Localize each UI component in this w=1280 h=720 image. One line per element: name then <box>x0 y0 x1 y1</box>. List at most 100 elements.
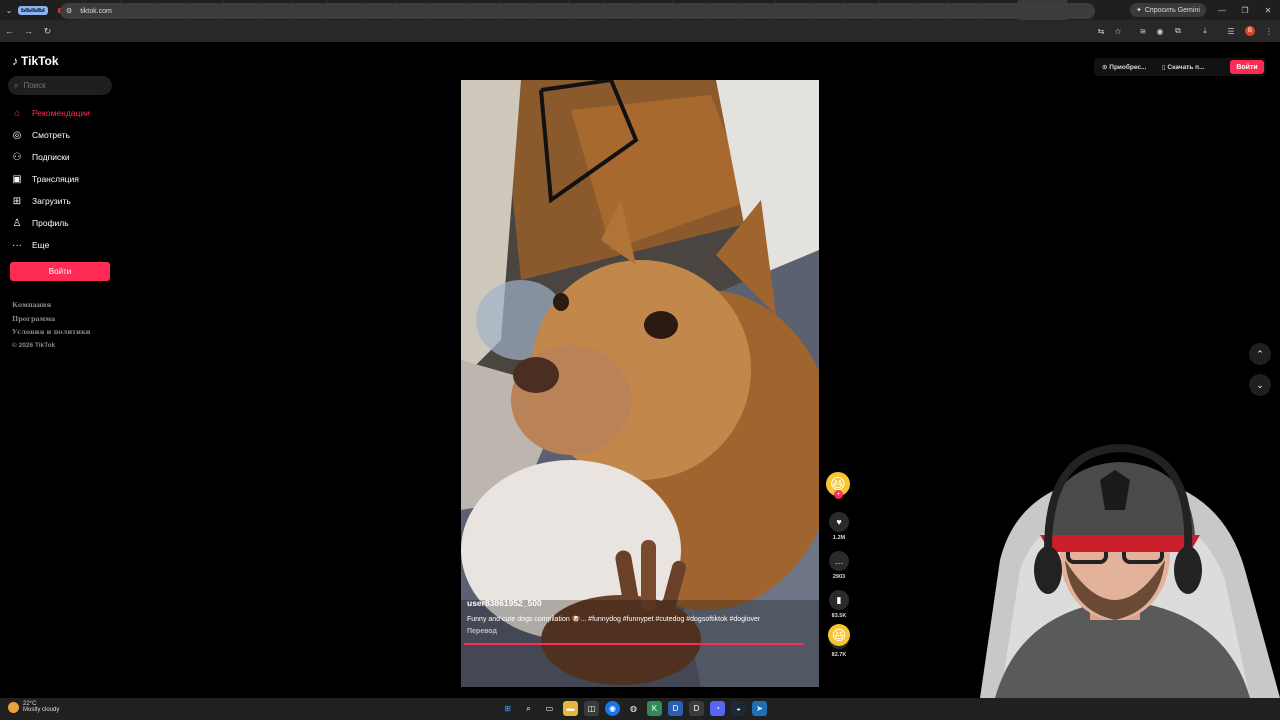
compass-icon: ◎ <box>12 129 22 141</box>
downloads-icon[interactable]: ⤓ <box>1198 24 1212 38</box>
video-progress-bar[interactable] <box>464 643 814 645</box>
bookmark-star-icon[interactable]: ☆ <box>1111 24 1125 38</box>
task-view-icon[interactable]: ▭ <box>542 701 557 716</box>
address-bar[interactable]: ⚙ tiktok.com <box>60 3 1095 19</box>
chrome-icon[interactable]: ◉ <box>605 701 620 716</box>
video-frame-illustration <box>461 80 819 687</box>
start-windows-icon[interactable]: ⊞ <box>500 701 515 716</box>
bookmark-icon: ▮ <box>836 594 842 605</box>
extension-ring-icon[interactable]: ◉ <box>1153 24 1167 38</box>
weather-description: Mostly cloudy <box>23 707 60 713</box>
store-icon[interactable]: ◫ <box>584 701 599 716</box>
creator-avatar[interactable]: 😆 + <box>826 472 850 499</box>
file-explorer-icon[interactable]: ▬ <box>563 701 578 716</box>
forward-arrow-icon[interactable]: → <box>19 20 38 42</box>
gemini-button[interactable]: ✦ Спросить Gemini <box>1130 3 1206 17</box>
header-login-button[interactable]: Войти <box>1230 60 1264 74</box>
search-placeholder: Поиск <box>23 81 46 90</box>
sidebar-item-home[interactable]: ⌂ Рекомендации <box>10 102 114 124</box>
sidebar-item-compass[interactable]: ◎ Смотреть <box>10 124 114 146</box>
reload-icon[interactable]: ↻ <box>38 20 57 42</box>
footer-link-program[interactable]: Программа <box>12 315 91 329</box>
sidebar-item-label: Рекомендации <box>32 108 90 118</box>
home-icon: ⌂ <box>13 107 21 119</box>
streamer-illustration <box>980 443 1280 698</box>
top-right-actions: ⊙ Приобрес... ▯ Скачать п... Войти <box>1094 58 1266 76</box>
video-description: Funny and cute dogs compilation 🐶... #fu… <box>467 616 761 623</box>
dota-icon[interactable]: D <box>689 701 704 716</box>
following-icon: ⚇ <box>12 151 22 163</box>
sidebar-login-button[interactable]: Войти <box>10 262 110 281</box>
telegram-icon[interactable]: ➤ <box>752 701 767 716</box>
tab-search-icon[interactable]: ⌄ <box>0 0 18 20</box>
sidebar-item-label: Трансляция <box>32 174 79 184</box>
translate-button[interactable]: Перевод <box>467 628 497 635</box>
logo-text: TikTok <box>21 54 59 68</box>
sidebar-footer: Компания Программа Условия и политики © … <box>12 301 91 352</box>
browser-menu-icon[interactable]: ⋮ <box>1262 24 1276 38</box>
d-app-icon[interactable]: D <box>668 701 683 716</box>
sidebar-item-label: Загрузить <box>32 196 71 206</box>
like-count: 1.2M <box>832 535 846 541</box>
save-button[interactable]: ▮ <box>829 590 849 610</box>
sidebar-item-profile[interactable]: ♙ Профиль <box>10 212 114 234</box>
tiktok-logo[interactable]: ♪ TikTok <box>12 54 59 68</box>
windows-taskbar: 22°C Mostly cloudy ⊞ ⌕ ▭ ▬ ◫ ◉ ◍ K D D ◔… <box>0 698 1280 720</box>
sidebar-nav: ⌂ Рекомендации ◎ Смотреть ⚇ Подписки ▣ Трансляц… <box>10 102 114 256</box>
laughing-emoji-icon: 😆 <box>831 626 847 643</box>
video-author[interactable]: user83861952_500 <box>467 598 542 608</box>
gemini-label: Спросить Gemini <box>1144 6 1200 14</box>
webcam-overlay <box>940 440 1280 698</box>
extensions-puzzle-icon[interactable]: ⧉ <box>1171 24 1185 38</box>
site-info-icon[interactable]: ⚙ <box>66 7 72 15</box>
like-button[interactable]: ♥ <box>829 512 849 532</box>
sidebar-item-following[interactable]: ⚇ Подписки <box>10 146 114 168</box>
search-icon: ⌕ <box>14 80 19 90</box>
screen: ⌄ ыыыы (8) FЖИЗЭТИСЖГОЛЯ ПрКОМ(8) F(8) П… <box>0 0 1280 720</box>
minimize-button[interactable]: — <box>1211 0 1233 20</box>
sidebar-item-label: Смотреть <box>32 130 70 140</box>
chevron-down-icon: ⌄ <box>1256 379 1264 390</box>
profile-icon: ♙ <box>12 217 22 229</box>
discord-icon[interactable]: ◔ <box>710 701 725 716</box>
footer-link-company[interactable]: Компания <box>12 301 91 315</box>
sidebar-item-more[interactable]: ··· Еще <box>10 234 114 256</box>
sidebar-item-live[interactable]: ▣ Трансляция <box>10 168 114 190</box>
video-progress-fill <box>464 643 804 645</box>
chevron-up-icon: ⌃ <box>1256 348 1264 359</box>
kick-icon[interactable]: K <box>647 701 662 716</box>
cloudy-weather-icon <box>8 701 19 713</box>
sidebar-item-label: Еще <box>32 240 50 250</box>
share-count: 82.7K <box>831 652 847 658</box>
extension-wave-icon[interactable]: ≋ <box>1136 24 1150 38</box>
music-disc[interactable]: 😆 <box>828 624 850 646</box>
comment-button[interactable]: … <box>829 551 849 571</box>
browser-toolbar: ← → ↻ <box>0 20 1280 42</box>
footer-link-terms[interactable]: Условия и политики <box>12 328 91 342</box>
sidebar-item-upload[interactable]: ⊞ Загрузить <box>10 190 114 212</box>
back-arrow-icon[interactable]: ← <box>0 20 19 42</box>
weather-widget[interactable]: 22°C Mostly cloudy <box>8 701 59 713</box>
close-window-button[interactable]: ✕ <box>1257 0 1279 20</box>
follow-plus-icon[interactable]: + <box>834 490 843 499</box>
sidebar-item-label: Подписки <box>32 152 70 162</box>
live-icon: ▣ <box>12 173 22 185</box>
obs-icon[interactable]: ◍ <box>626 701 641 716</box>
taskbar-search-icon[interactable]: ⌕ <box>521 701 536 716</box>
steam-icon[interactable]: ◒ <box>731 701 746 716</box>
menu-list-icon[interactable]: ☰ <box>1224 24 1238 38</box>
sidebar-item-label: Профиль <box>32 218 69 228</box>
download-app-button[interactable]: ▯ Скачать п... <box>1162 63 1220 71</box>
next-video-button[interactable]: ⌄ <box>1249 374 1271 396</box>
maximize-button[interactable]: ❐ <box>1234 0 1256 20</box>
search-input[interactable]: ⌕ Поиск <box>8 76 112 95</box>
more-icon: ··· <box>12 239 22 251</box>
get-coins-button[interactable]: ⊙ Приобрес... <box>1094 63 1162 71</box>
profile-avatar[interactable]: В <box>1245 26 1255 36</box>
tab-group-label[interactable]: ыыыы <box>18 5 48 15</box>
get-coins-label: Приобрес... <box>1109 64 1147 71</box>
translate-icon[interactable]: ⇆ <box>1094 24 1108 38</box>
previous-video-button[interactable]: ⌃ <box>1249 343 1271 365</box>
url-text: tiktok.com <box>80 7 112 15</box>
video-player[interactable] <box>461 80 819 687</box>
